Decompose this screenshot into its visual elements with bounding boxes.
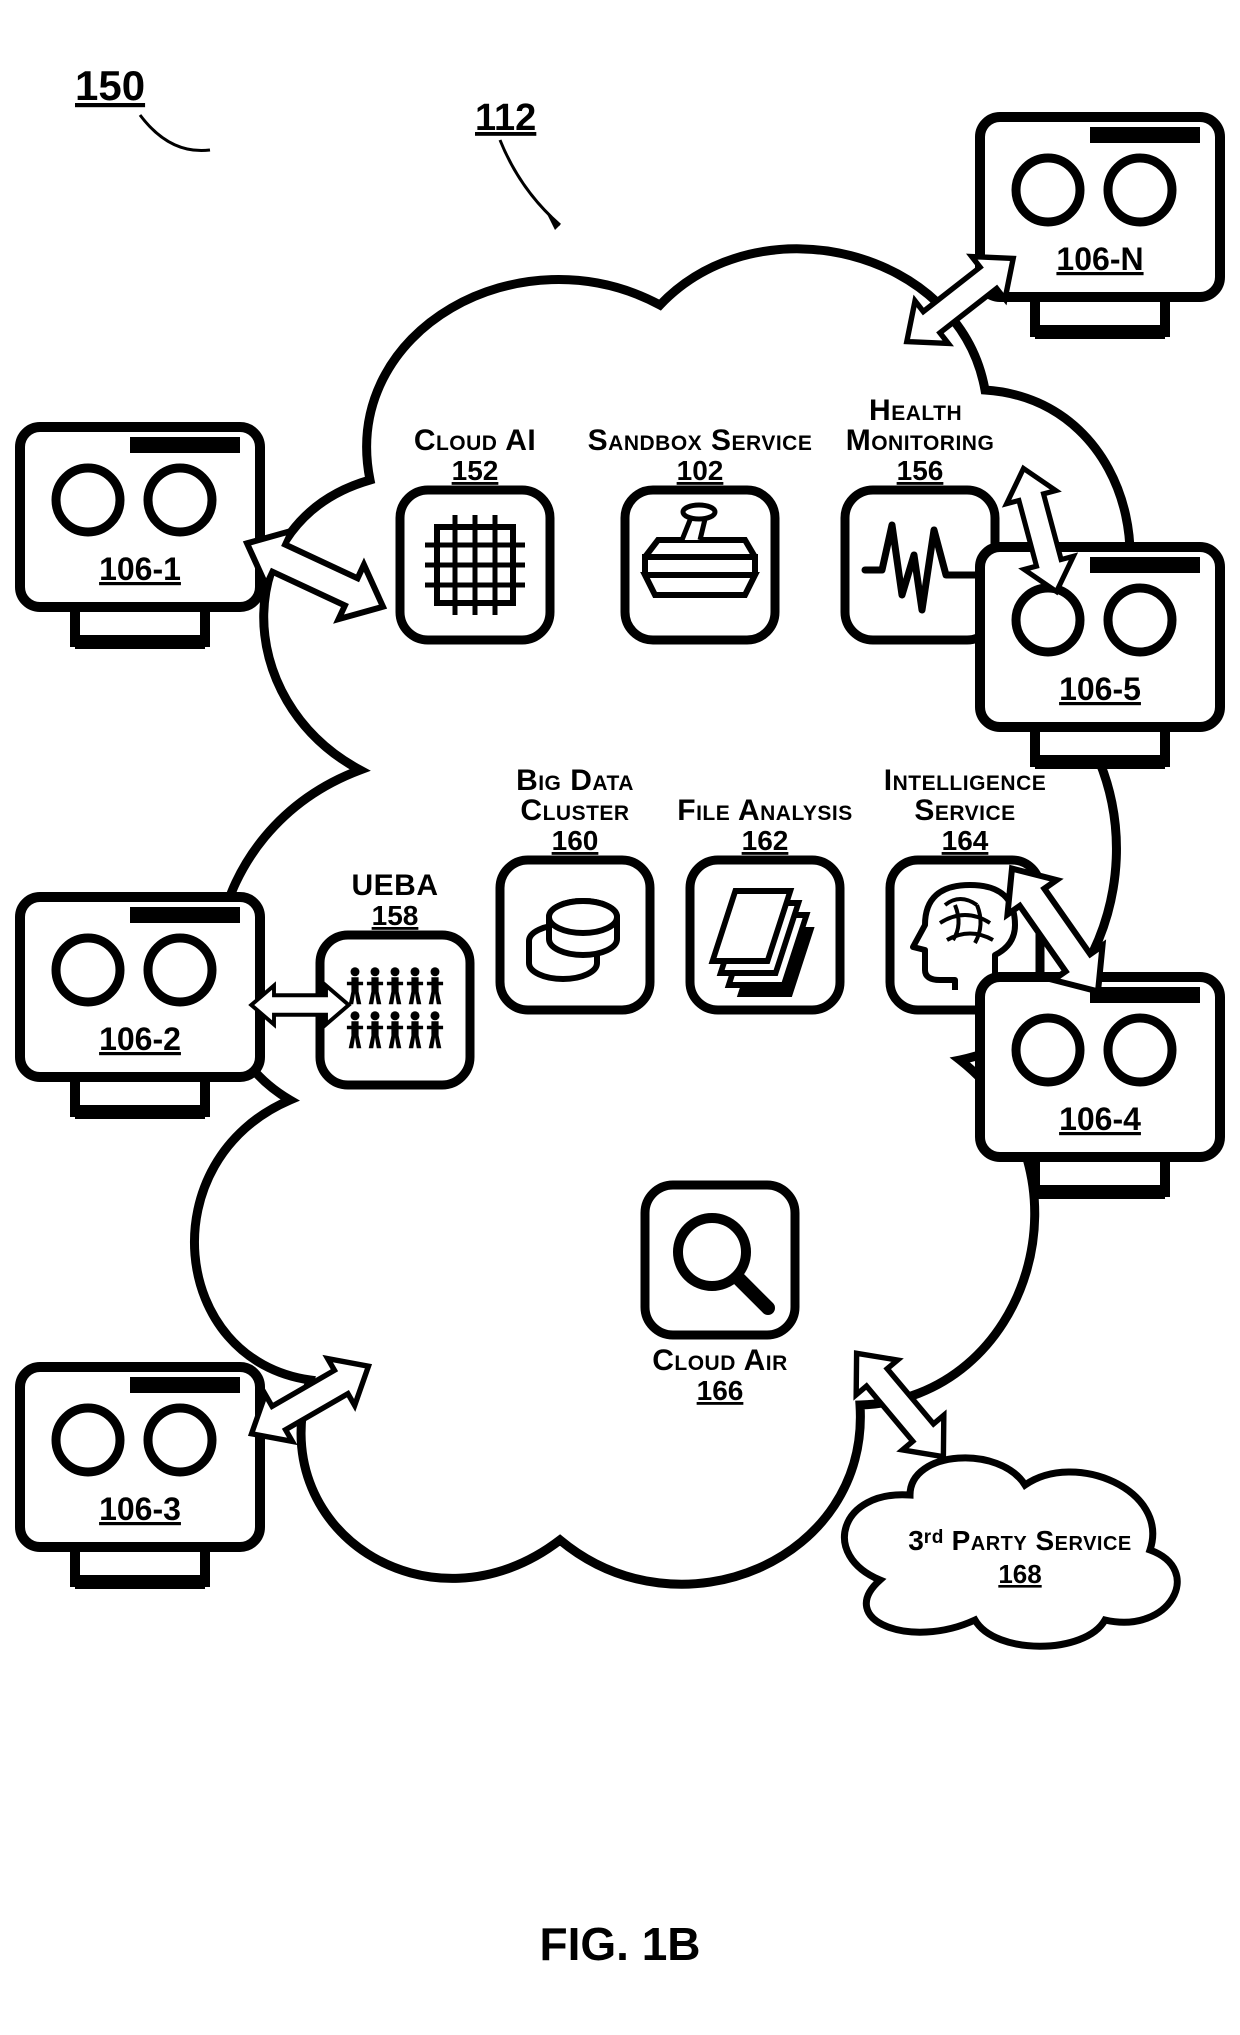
third-party-ref: 168	[998, 1559, 1041, 1589]
service-ref: 102	[677, 455, 724, 486]
chip-icon	[425, 515, 525, 615]
node-106-N: 106-N	[980, 117, 1220, 332]
service-sandbox: Sandbox Service 102	[588, 424, 813, 640]
node-106-5: 106-5	[980, 547, 1220, 762]
service-ref: 158	[372, 900, 419, 931]
svg-text:106-N: 106-N	[1056, 241, 1143, 277]
service-ref: 156	[897, 455, 944, 486]
svg-text:106-1: 106-1	[99, 551, 181, 587]
service-cloudair: Cloud Air 166	[645, 1185, 795, 1406]
svg-text:106-4: 106-4	[1059, 1101, 1141, 1137]
svg-text:106-2: 106-2	[99, 1021, 181, 1057]
service-ref: 160	[552, 825, 599, 856]
service-fileanalysis: File Analysis 162	[677, 794, 852, 1010]
svg-text:106-5: 106-5	[1059, 671, 1141, 707]
service-ref: 164	[942, 825, 989, 856]
service-label-l2: Monitoring	[846, 424, 995, 457]
service-label-l1: Health	[869, 394, 962, 427]
third-party-label: 3ʳᵈ Party Service	[908, 1525, 1132, 1556]
service-ref: 152	[452, 455, 499, 486]
node-106-3: 106-3	[20, 1367, 260, 1582]
node-106-1: 106-1	[20, 427, 260, 642]
service-cloud-ai: Cloud AI 152	[400, 424, 550, 640]
node-106-2: 106-2	[20, 897, 260, 1112]
service-ref: 162	[742, 825, 789, 856]
service-label: Sandbox Service	[588, 424, 813, 457]
third-party-cloud: 3ʳᵈ Party Service 168	[844, 1458, 1177, 1646]
service-label: Cloud Air	[652, 1344, 788, 1377]
service-bigdata: Big DataCluster 160	[500, 764, 650, 1010]
service-label: UEBA	[351, 869, 438, 902]
svg-text:Big DataCluster: Big DataCluster	[516, 764, 634, 827]
svg-text:106-3: 106-3	[99, 1491, 181, 1527]
figure-label: FIG. 1B	[539, 1918, 700, 1970]
diagram-ref: 150	[75, 62, 145, 109]
service-label: Cloud AI	[414, 424, 536, 457]
service-ref: 166	[697, 1375, 744, 1406]
node-106-4: 106-4	[980, 977, 1220, 1192]
cloud-ref: 112	[475, 97, 536, 139]
service-label: File Analysis	[677, 794, 852, 827]
service-health: Health Monitoring 156	[845, 394, 995, 640]
